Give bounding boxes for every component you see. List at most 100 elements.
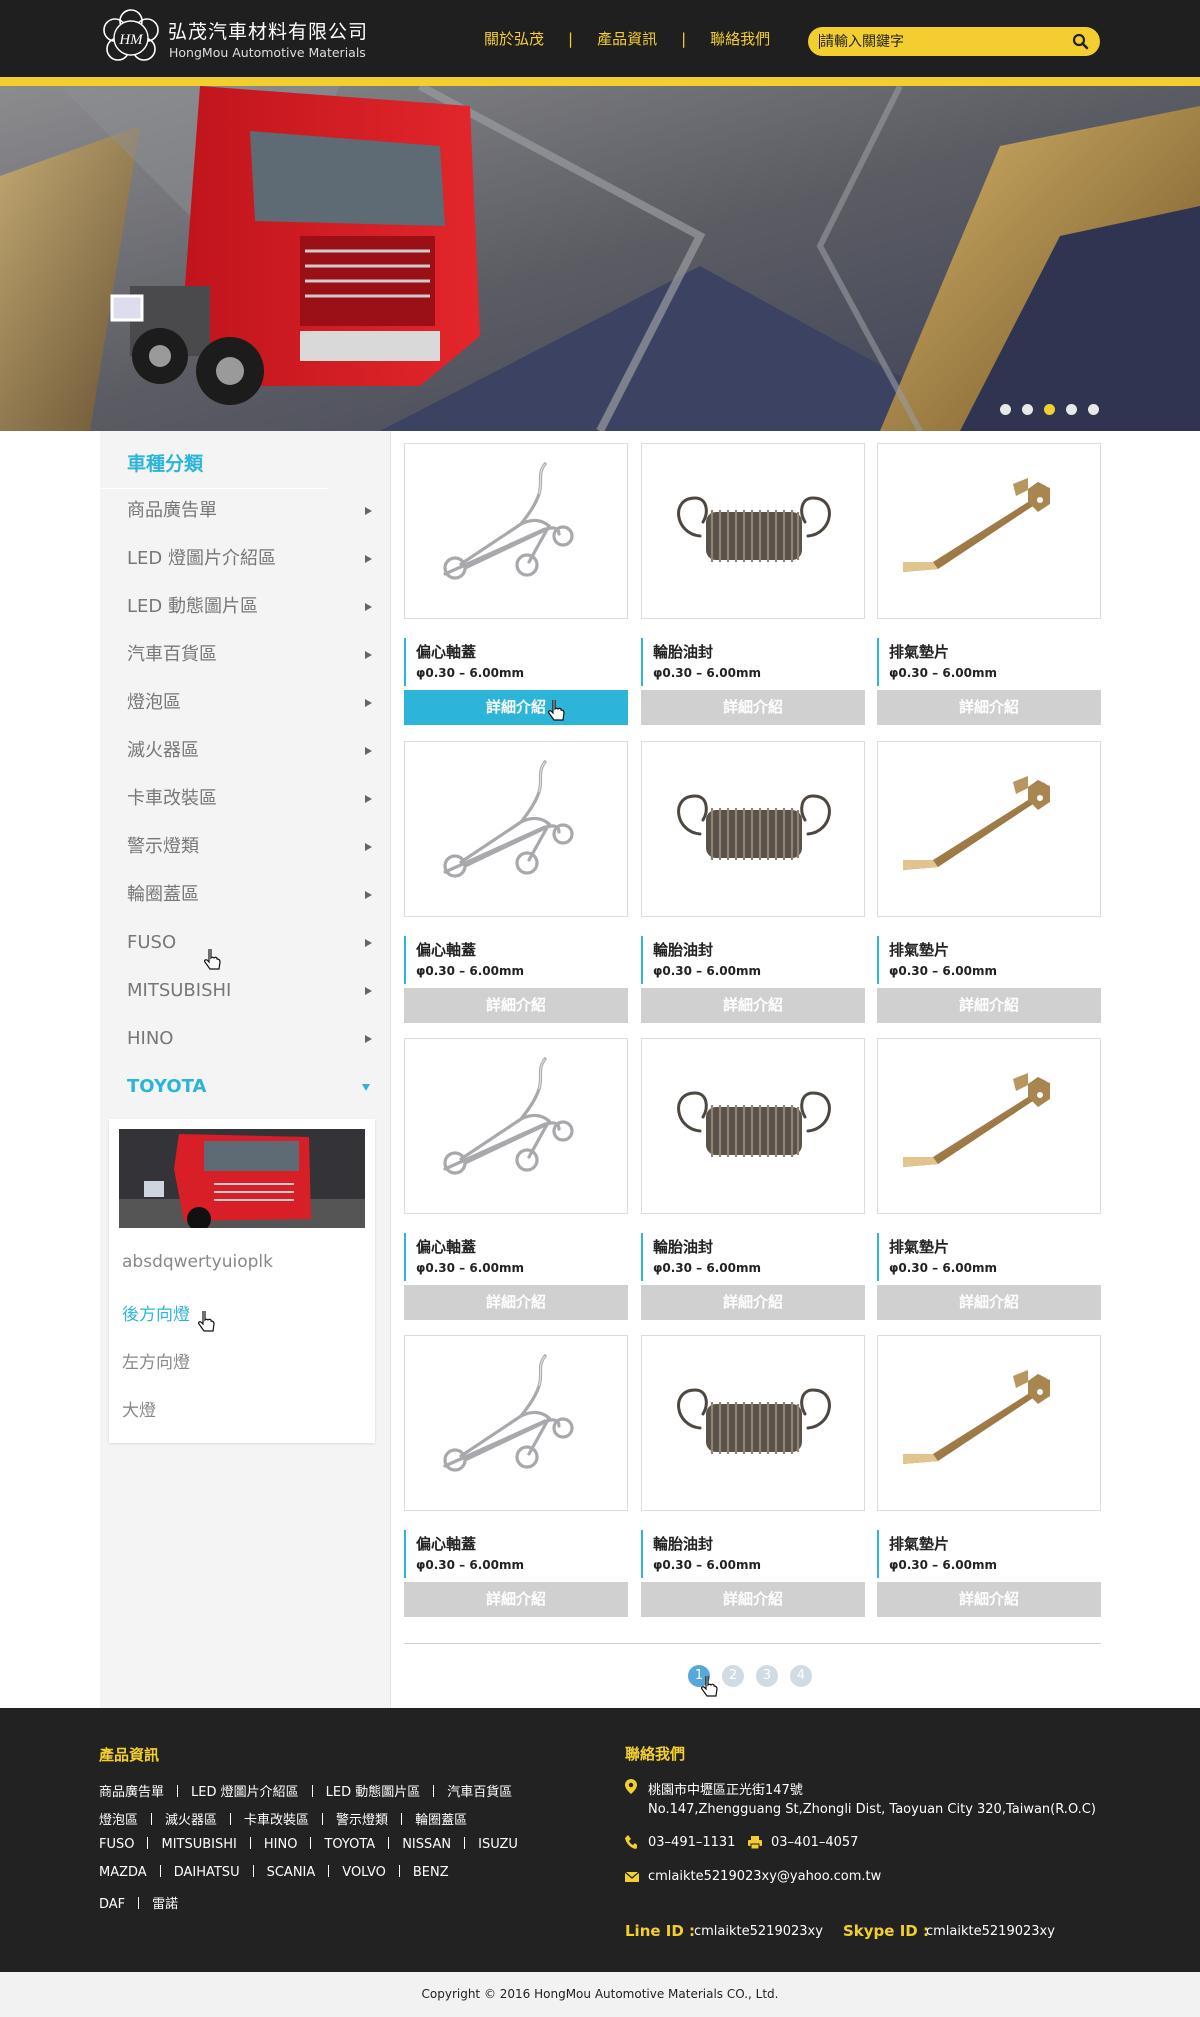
product-card[interactable]: 排氣墊片 φ0.30 – 6.00mm 詳細介紹 (877, 1038, 1101, 1333)
banner-dot-5[interactable] (1088, 404, 1099, 415)
category-item[interactable]: 輪圈蓋區 (127, 880, 377, 910)
product-image[interactable] (404, 1335, 628, 1511)
product-image[interactable] (641, 1038, 865, 1214)
nav-about[interactable]: 關於弘茂 (460, 28, 568, 49)
category-item[interactable]: 燈泡區 (127, 688, 377, 718)
product-image[interactable] (404, 443, 628, 619)
banner-dot-2[interactable] (1022, 404, 1033, 415)
detail-button[interactable]: 詳細介紹 (877, 1285, 1101, 1320)
category-item[interactable]: 卡車改裝區 (127, 784, 377, 814)
page-button[interactable]: 3 (756, 1665, 778, 1687)
page-button[interactable]: 2 (722, 1665, 744, 1687)
footer-link[interactable]: 滅火器區 (165, 1813, 217, 1828)
category-item[interactable]: 汽車百貨區 (127, 640, 377, 670)
footer-link[interactable]: HINO (264, 1837, 298, 1852)
detail-button[interactable]: 詳細介紹 (641, 988, 865, 1023)
detail-button[interactable]: 詳細介紹 (641, 1582, 865, 1617)
product-image[interactable] (877, 443, 1101, 619)
phone-number[interactable]: 03–491–1131 (648, 1835, 735, 1850)
detail-button[interactable]: 詳細介紹 (404, 988, 628, 1023)
footer-link[interactable]: TOYOTA (324, 1837, 375, 1852)
product-name[interactable]: 輪胎油封 (653, 939, 713, 960)
hm-logo[interactable]: HM (100, 9, 162, 67)
page-button[interactable]: 4 (790, 1665, 812, 1687)
footer-link[interactable]: MAZDA (99, 1865, 147, 1880)
product-image[interactable] (641, 741, 865, 917)
product-card[interactable]: 排氣墊片 φ0.30 – 6.00mm 詳細介紹 (877, 741, 1101, 1036)
footer-link[interactable]: VOLVO (342, 1865, 386, 1880)
product-name[interactable]: 偏心軸蓋 (416, 641, 476, 662)
footer-link[interactable]: DAIHATSU (174, 1865, 240, 1880)
product-image[interactable] (641, 1335, 865, 1511)
detail-button[interactable]: 詳細介紹 (877, 988, 1101, 1023)
caret-right-icon[interactable] (365, 555, 372, 563)
category-item[interactable]: 商品廣告單 (127, 496, 377, 526)
detail-button[interactable]: 詳細介紹 (641, 690, 865, 725)
product-card[interactable]: 輪胎油封 φ0.30 – 6.00mm 詳細介紹 (641, 741, 865, 1036)
email-address[interactable]: cmlaikte5219023xy@yahoo.com.tw (648, 1869, 881, 1884)
nav-products[interactable]: 產品資訊 (573, 28, 681, 49)
product-name[interactable]: 輪胎油封 (653, 1236, 713, 1257)
product-card[interactable]: 輪胎油封 φ0.30 – 6.00mm 詳細介紹 (641, 1038, 865, 1333)
caret-down-icon[interactable] (362, 1084, 370, 1091)
caret-right-icon[interactable] (365, 939, 372, 947)
product-image[interactable] (404, 741, 628, 917)
detail-button[interactable]: 詳細介紹 (877, 1582, 1101, 1617)
banner-dot-3[interactable] (1044, 404, 1055, 415)
caret-right-icon[interactable] (365, 795, 372, 803)
product-card[interactable]: 偏心軸蓋 φ0.30 – 6.00mm 詳細介紹 (404, 741, 628, 1036)
product-name[interactable]: 偏心軸蓋 (416, 1533, 476, 1554)
caret-right-icon[interactable] (365, 747, 372, 755)
footer-link[interactable]: MITSUBISHI (161, 1837, 236, 1852)
product-name[interactable]: 排氣墊片 (889, 1236, 949, 1257)
footer-link[interactable]: ISUZU (478, 1837, 518, 1852)
search-input[interactable] (820, 31, 1055, 52)
detail-button[interactable]: 詳細介紹 (404, 1582, 628, 1617)
category-item[interactable]: MITSUBISHI (127, 976, 377, 1006)
footer-link[interactable]: 雷諾 (152, 1897, 178, 1912)
category-item[interactable]: TOYOTA (127, 1072, 377, 1102)
caret-right-icon[interactable] (365, 891, 372, 899)
product-image[interactable] (877, 741, 1101, 917)
footer-link[interactable]: 輪圈蓋區 (415, 1813, 467, 1828)
category-item[interactable]: LED 動態圖片區 (127, 592, 377, 622)
product-image[interactable] (404, 1038, 628, 1214)
search-icon[interactable] (1071, 32, 1090, 51)
footer-link[interactable]: FUSO (99, 1837, 134, 1852)
product-name[interactable]: 排氣墊片 (889, 1533, 949, 1554)
subcategory-item[interactable]: 大燈 (122, 1396, 156, 1421)
footer-link[interactable]: NISSAN (402, 1837, 451, 1852)
product-image[interactable] (877, 1038, 1101, 1214)
product-name[interactable]: 偏心軸蓋 (416, 1236, 476, 1257)
product-card[interactable]: 偏心軸蓋 φ0.30 – 6.00mm 詳細介紹 (404, 1335, 628, 1630)
product-name[interactable]: 排氣墊片 (889, 641, 949, 662)
footer-link[interactable]: SCANIA (267, 1865, 316, 1880)
subcategory-item[interactable]: absdqwertyuioplk (122, 1252, 273, 1272)
banner-dot-1[interactable] (1000, 404, 1011, 415)
caret-right-icon[interactable] (365, 1035, 372, 1043)
category-item[interactable]: HINO (127, 1024, 377, 1054)
product-card[interactable]: 輪胎油封 φ0.30 – 6.00mm 詳細介紹 (641, 443, 865, 738)
product-card[interactable]: 偏心軸蓋 φ0.30 – 6.00mm 詳細介紹 (404, 443, 628, 738)
detail-button[interactable]: 詳細介紹 (404, 690, 628, 725)
caret-right-icon[interactable] (365, 987, 372, 995)
caret-right-icon[interactable] (365, 699, 372, 707)
caret-right-icon[interactable] (365, 603, 372, 611)
footer-link[interactable]: LED 動態圖片區 (326, 1785, 421, 1800)
product-name[interactable]: 輪胎油封 (653, 1533, 713, 1554)
footer-link[interactable]: 燈泡區 (99, 1813, 138, 1828)
footer-link[interactable]: DAF (99, 1897, 125, 1912)
detail-button[interactable]: 詳細介紹 (404, 1285, 628, 1320)
product-card[interactable]: 排氣墊片 φ0.30 – 6.00mm 詳細介紹 (877, 1335, 1101, 1630)
footer-link[interactable]: 警示燈類 (336, 1813, 388, 1828)
category-item[interactable]: LED 燈圖片介紹區 (127, 544, 377, 574)
product-image[interactable] (877, 1335, 1101, 1511)
category-item[interactable]: FUSO (127, 928, 377, 958)
detail-button[interactable]: 詳細介紹 (877, 690, 1101, 725)
footer-link[interactable]: 汽車百貨區 (447, 1785, 512, 1800)
subcategory-item[interactable]: 左方向燈 (122, 1348, 190, 1373)
category-item[interactable]: 警示燈類 (127, 832, 377, 862)
product-card[interactable]: 輪胎油封 φ0.30 – 6.00mm 詳細介紹 (641, 1335, 865, 1630)
category-item[interactable]: 滅火器區 (127, 736, 377, 766)
product-name[interactable]: 排氣墊片 (889, 939, 949, 960)
